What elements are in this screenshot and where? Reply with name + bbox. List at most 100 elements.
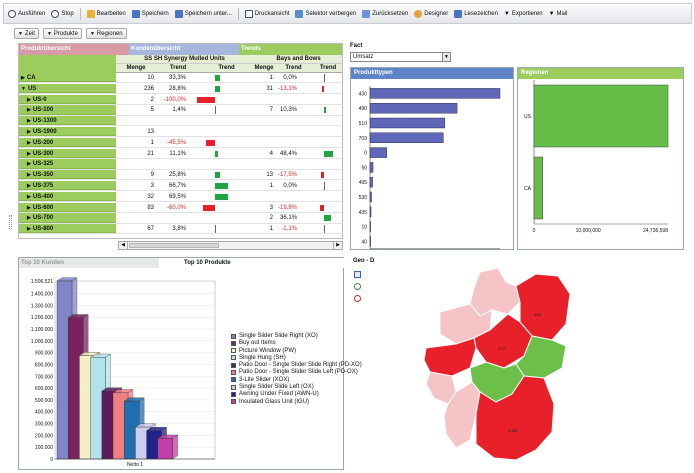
bar[interactable] (157, 438, 174, 460)
row-header[interactable]: ▶ US-400 (19, 191, 116, 202)
table-row[interactable]: ▶ CA 10 33,3% 1 0,0% (19, 73, 342, 84)
col-header-trend[interactable]: Trend (156, 64, 200, 73)
hide-selector-button[interactable]: Selektor verbergen (295, 9, 356, 18)
expand-icon[interactable]: ▶ (27, 183, 31, 189)
designer-button[interactable]: Designer (414, 9, 448, 18)
table-row[interactable]: ▼ US 236 28,8% 31 -13,1% (19, 83, 342, 95)
row-header[interactable]: ▶ US-300 (19, 148, 116, 158)
table-row[interactable]: ▶ US-375 3 66,7% 1 0,0% (19, 181, 342, 192)
bookmarks-button[interactable]: Lesezeichen (454, 9, 498, 18)
table-row[interactable]: ▶ US-1900 13 (19, 127, 342, 138)
fact-select[interactable]: Umsatz ▼ (350, 52, 451, 62)
legend-item[interactable]: 3-Lite Slider (XOX) (231, 377, 362, 383)
map-region-north[interactable] (469, 267, 521, 317)
chevron-down-icon[interactable]: ▼ (442, 53, 450, 61)
expand-icon[interactable]: ▶ (27, 118, 31, 124)
bar[interactable] (369, 162, 374, 173)
table-row[interactable]: ▶ US-100 5 1,4% 7 10,3% (19, 105, 342, 116)
expand-icon[interactable]: ▶ (27, 215, 31, 221)
table-row[interactable]: ▶ US-200 1 -45,5% (19, 137, 342, 149)
scroll-right-icon[interactable]: ▶ (333, 242, 342, 249)
legend-item[interactable]: Single Slider Slide Right (XO) (231, 333, 362, 339)
table-row[interactable]: ▶ US-300 21 11,1% 4 48,4% (19, 148, 342, 159)
legend-item[interactable]: Patio Door - Single Slider Slide Right (… (231, 362, 362, 368)
expand-icon[interactable]: ▶ (27, 172, 31, 178)
row-header[interactable]: ▶ CA (19, 73, 116, 83)
run-button[interactable]: Ausführen (8, 9, 45, 18)
expand-icon[interactable]: ▶ (27, 205, 31, 211)
expand-icon[interactable]: ▶ (27, 151, 31, 157)
scroll-thumb[interactable] (129, 243, 219, 248)
tab-top10-products[interactable]: Top 10 Produkte (159, 258, 344, 268)
resize-handle[interactable] (9, 215, 12, 229)
legend-item[interactable]: Patio Door - Single Slider Slide Left (P… (231, 369, 362, 375)
home-icon[interactable] (354, 271, 361, 278)
table-row[interactable]: ▶ US-600 83 -60,0% 3 -19,8% (19, 202, 342, 213)
expand-icon[interactable]: ▶ (27, 226, 31, 232)
legend-item[interactable]: Picture Window (PW) (231, 348, 362, 354)
horizontal-scrollbar[interactable]: ◀ ▶ (118, 241, 343, 250)
row-header[interactable]: ▶ US-1300 (19, 116, 116, 126)
map-region-west[interactable] (423, 337, 477, 377)
legend-item[interactable]: Single Hung (SH) (231, 355, 362, 361)
table-row[interactable]: ▶ US-350 9 25,8% 13 -17,5% (19, 170, 342, 181)
table-row[interactable]: ▶ US-0 2 -100,0% (19, 94, 342, 105)
zoom-in-icon[interactable] (354, 283, 361, 290)
tab-top10-customers[interactable]: Top 10 Kunden (19, 258, 159, 268)
bar[interactable] (369, 88, 501, 99)
col-header-qty[interactable]: Menge (116, 64, 156, 73)
products-dimension-button[interactable]: ▼ Produkte (42, 28, 82, 39)
row-header[interactable]: ▶ US-600 (19, 202, 116, 212)
expand-icon[interactable]: ▶ (27, 140, 31, 146)
mail-button[interactable]: ▼ Mail (549, 11, 568, 17)
zoom-out-icon[interactable] (354, 295, 361, 302)
table-row[interactable]: ▶ US-400 32 69,5% (19, 191, 342, 203)
table-row[interactable]: ▶ US-800 67 3,8% 1 -1,1% (19, 224, 342, 235)
row-header[interactable]: ▶ US-350 (19, 170, 116, 180)
expand-icon[interactable]: ▶ (27, 97, 31, 103)
table-row[interactable]: ▶ US-325 (19, 159, 342, 170)
reset-button[interactable]: Zurücksetzen (362, 9, 408, 18)
bar[interactable] (369, 117, 446, 129)
col-header-trend[interactable]: Trend (200, 64, 253, 73)
bar[interactable] (369, 103, 458, 114)
time-dimension-button[interactable]: ▼ Zeit (14, 28, 39, 39)
bar[interactable] (369, 236, 371, 247)
scroll-left-icon[interactable]: ◀ (119, 242, 128, 249)
save-button[interactable]: Speichern (131, 9, 169, 18)
legend-item[interactable]: Awning Under Fixed (AWN-U) (231, 391, 362, 397)
legend-item[interactable]: Buy out Items (231, 340, 362, 346)
col-header-trend[interactable]: Trend (312, 64, 342, 73)
expand-icon[interactable]: ▼ (21, 86, 26, 92)
row-header[interactable]: ▶ US-0 (19, 94, 116, 104)
row-header[interactable]: ▼ US (19, 83, 116, 94)
print-preview-button[interactable]: Druckansicht (244, 9, 289, 18)
expand-icon[interactable]: ▶ (27, 107, 31, 113)
row-header[interactable]: ▶ US-800 (19, 224, 116, 234)
bar[interactable] (533, 156, 543, 220)
row-header[interactable]: ▶ US-200 (19, 137, 116, 148)
save-as-button[interactable]: Speichern unter... (174, 9, 232, 18)
legend-item[interactable]: Single Slider Slide Left (OX) (231, 384, 362, 390)
bar[interactable] (369, 132, 444, 143)
row-header[interactable]: ▶ US-100 (19, 105, 116, 115)
bar[interactable] (369, 221, 371, 232)
col-header-trend[interactable]: Trend (275, 64, 312, 73)
table-row[interactable]: ▶ US-700 2 36,1% (19, 213, 342, 224)
row-header[interactable]: ▶ US-375 (19, 181, 116, 191)
bar[interactable] (369, 206, 372, 218)
expand-icon[interactable]: ▶ (27, 129, 31, 135)
bar[interactable] (369, 191, 372, 203)
regions-dimension-button[interactable]: ▼ Regionen (85, 28, 127, 39)
expand-icon[interactable]: ▶ (27, 161, 31, 167)
expand-icon[interactable]: ▶ (21, 75, 25, 81)
legend-item[interactable]: Insulated Glass Unit (IGU) (231, 399, 362, 405)
bar[interactable] (369, 147, 388, 158)
expand-icon[interactable]: ▶ (27, 194, 31, 200)
col-header-qty[interactable]: Menge (253, 64, 275, 73)
edit-button[interactable]: Bearbeiten (86, 9, 126, 18)
bar[interactable] (369, 176, 373, 188)
export-button[interactable]: ▼ Exportieren (504, 11, 543, 17)
row-header[interactable]: ▶ US-700 (19, 213, 116, 223)
row-header[interactable]: ▶ US-1900 (19, 127, 116, 137)
